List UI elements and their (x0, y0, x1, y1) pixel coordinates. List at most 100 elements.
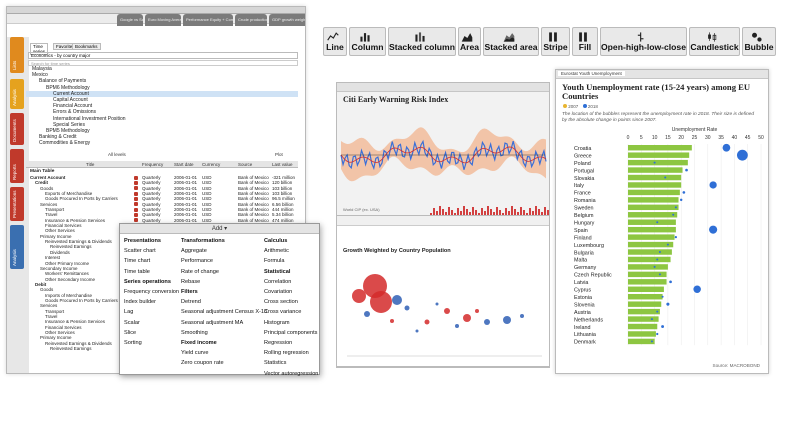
eu-bar (628, 167, 683, 173)
risk-bar (529, 208, 531, 215)
eu-country-label: Austria (574, 310, 591, 316)
eu-country-label: Czech Republic (574, 273, 612, 279)
menu-item[interactable]: Frequency conversion (124, 287, 179, 297)
eu-country-label: Lithuania (574, 332, 596, 338)
document-tab[interactable]: Google vs Sandp 500 (117, 14, 143, 26)
subtab[interactable]: Bookmarks (72, 43, 101, 50)
menu-item[interactable]: Regression (264, 338, 318, 348)
menu-item[interactable]: Zero coupon rate (181, 358, 267, 368)
menu-item[interactable]: Principal components (264, 328, 318, 338)
tree-node[interactable]: Commodities & Energy (26, 140, 298, 146)
menu-item[interactable]: Scatter chart (124, 246, 179, 256)
sidebar-tab[interactable]: Lists (10, 37, 24, 73)
menu-item[interactable]: Yield curve (181, 348, 267, 358)
column-header[interactable]: Start date (174, 162, 194, 167)
menu-item[interactable]: Covariation (264, 287, 318, 297)
menu-item[interactable]: Slice (124, 328, 179, 338)
eu-bar (628, 152, 690, 158)
menu-item[interactable]: Formula (264, 256, 318, 266)
column-header[interactable]: Title (86, 162, 94, 167)
menu-item[interactable]: Lag (124, 307, 179, 317)
tree-node-label: Banking & Credit (39, 134, 77, 141)
sidebar-tab[interactable]: Analysis (10, 225, 24, 269)
eu-country-label: Luxembourg (574, 243, 604, 249)
menu-item[interactable]: Aggregate (181, 246, 267, 256)
document-tab[interactable]: Euro Moving Average (145, 14, 181, 26)
menu-item[interactable]: Performance (181, 256, 267, 266)
menu-item[interactable]: Cross variance (264, 307, 318, 317)
menu-item[interactable]: Rate of change (181, 267, 267, 277)
eu-country-label: Greece (574, 153, 592, 159)
growth-bubble (435, 302, 439, 306)
column-header[interactable]: Source (238, 162, 252, 167)
sidebar-tab[interactable]: Presentations (10, 187, 24, 221)
menu-item[interactable]: Statistics (264, 358, 318, 368)
sidebar-tab[interactable]: Analysis (10, 79, 24, 109)
menu-item[interactable]: Cross section (264, 297, 318, 307)
growth-bubble (364, 311, 370, 317)
document-tab[interactable]: Crude production (235, 14, 267, 26)
legend-2018: 2018 (587, 104, 598, 109)
chart-type-line-button[interactable]: Line (323, 27, 347, 56)
column-header[interactable]: Currency (202, 162, 220, 167)
eu-country-label: Hungary (574, 220, 595, 226)
menu-item[interactable]: Time chart (124, 256, 179, 266)
tree-node-label: Special Series (53, 121, 85, 128)
document-tab[interactable]: Performance Equity + Commodities (183, 14, 233, 26)
menu-item[interactable]: Arithmetic (264, 246, 318, 256)
eu-bar (628, 182, 682, 188)
sidebar-tab[interactable]: Documents (10, 113, 24, 145)
eu-chart-title: Youth Unemployment rate (15-24 years) am… (562, 82, 751, 102)
chart-type-bubble-button[interactable]: Bubble (742, 27, 776, 56)
eu-bubble (656, 221, 659, 224)
eu-country-label: Denmark (574, 340, 596, 346)
table-header: Title Frequency Start date Currency Source La… (26, 161, 298, 168)
eu-tick-label: 40 (732, 135, 738, 141)
menu-item[interactable]: Seasonal adjustment Census X-13 (181, 307, 267, 317)
eu-country-label: Ireland (574, 325, 590, 331)
menu-item[interactable]: Time table (124, 267, 179, 277)
chart-type-stacked-area-button[interactable]: Stacked area (483, 27, 539, 56)
all-levels-label[interactable]: All levels (108, 152, 126, 157)
column-header[interactable]: Frequency (142, 162, 163, 167)
eu-country-label: Latvia (574, 280, 588, 286)
menu-item[interactable]: Scalar (124, 318, 179, 328)
menu-item[interactable]: Index builder (124, 297, 179, 307)
risk-bar (472, 207, 474, 215)
eu-bubble (661, 325, 665, 328)
chart-type-fill-button[interactable]: Fill (572, 27, 598, 56)
menu-item[interactable]: Vector autoregression (264, 369, 318, 379)
sidebar-tab[interactable]: Reports (10, 149, 24, 183)
column-header[interactable]: Last value (272, 162, 293, 167)
filter-label[interactable]: Plot (275, 152, 283, 157)
category-dropdown[interactable]: Economics - by country major (28, 52, 298, 59)
menu-item[interactable]: Histogram (264, 318, 318, 328)
chart-type-candlestick-button[interactable]: Candlestick (689, 27, 740, 56)
eu-country-label: Italy (574, 183, 584, 189)
menu-item[interactable]: Rolling regression (264, 348, 318, 358)
risk-bar (535, 206, 537, 215)
chart-type-stacked-column-button[interactable]: Stacked column (388, 27, 456, 56)
eu-chart-tab[interactable]: Eurostat Youth Unemployment (558, 71, 625, 76)
chart-type-column-button[interactable]: Column (349, 27, 386, 56)
eu-bubble (736, 149, 748, 161)
menu-item[interactable]: Detrend (181, 297, 267, 307)
menu-item[interactable]: Sorting (124, 338, 179, 348)
chart-type-open-high-low-close-button[interactable]: Open-high-low-close (600, 27, 687, 56)
risk-bar (481, 208, 483, 215)
eu-bar (628, 256, 671, 263)
tree-node-label: Financial Account (53, 103, 93, 110)
tree-node-label: Commodities & Energy (39, 140, 91, 147)
chart-type-stripe-button[interactable]: Stripe (541, 27, 570, 56)
menu-item[interactable]: Seasonal adjustment MA (181, 318, 267, 328)
chart-type-label: Area (459, 42, 480, 52)
chart-type-area-button[interactable]: Area (458, 27, 481, 56)
growth-bubble (404, 305, 410, 311)
growth-chart-title: Growth Weighted by Country Population (343, 248, 451, 254)
eu-country-label: Bulgaria (574, 250, 594, 256)
menu-item[interactable]: Correlation (264, 277, 318, 287)
menu-item[interactable]: Rebase (181, 277, 267, 287)
eu-bar (628, 301, 662, 307)
document-tab[interactable]: GDP growth weighted by population bubble… (269, 14, 305, 26)
menu-item[interactable]: Smoothing (181, 328, 267, 338)
